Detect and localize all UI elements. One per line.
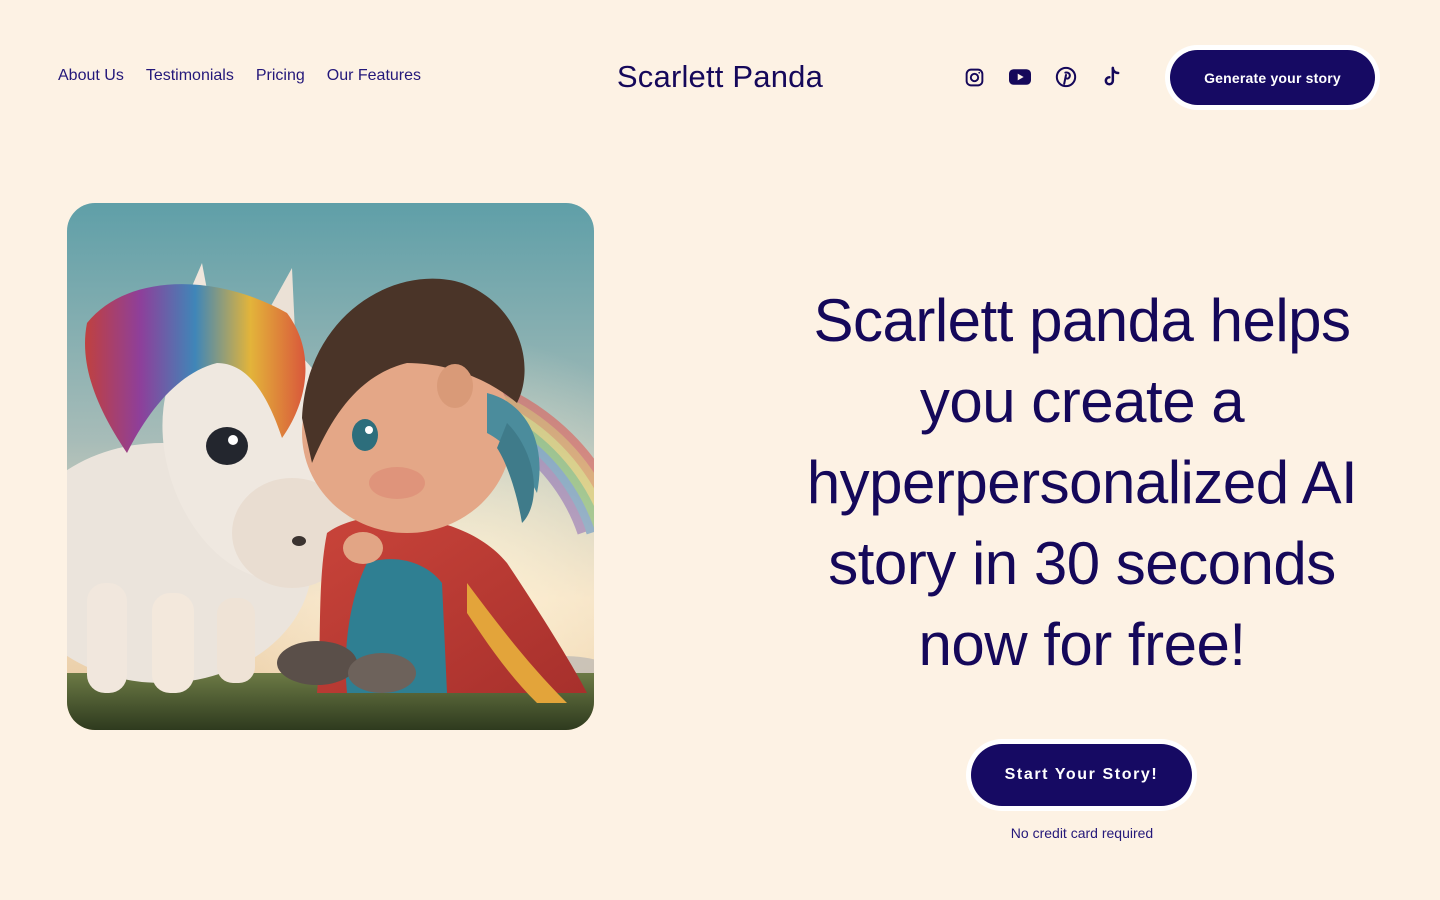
- main-nav: About Us Testimonials Pricing Our Featur…: [58, 66, 421, 86]
- nav-testimonials[interactable]: Testimonials: [146, 66, 234, 86]
- hero-illustration: [67, 203, 594, 730]
- hero-image: [67, 203, 594, 730]
- youtube-icon[interactable]: [1008, 64, 1032, 90]
- tiktok-icon[interactable]: [1100, 64, 1124, 90]
- nav-about-us[interactable]: About Us: [58, 66, 124, 86]
- generate-story-button[interactable]: Generate your story: [1170, 50, 1375, 105]
- nav-pricing[interactable]: Pricing: [256, 66, 305, 86]
- instagram-icon[interactable]: [962, 64, 986, 90]
- hero-headline: Scarlett panda helps you create a hyperp…: [806, 287, 1358, 678]
- start-story-button[interactable]: Start Your Story!: [971, 744, 1192, 806]
- nav-our-features[interactable]: Our Features: [327, 66, 421, 86]
- social-links: [962, 64, 1124, 90]
- landing-page: About Us Testimonials Pricing Our Featur…: [0, 0, 1440, 900]
- no-credit-card-note: No credit card required: [1010, 825, 1154, 841]
- pinterest-icon[interactable]: [1054, 64, 1078, 90]
- brand-logo[interactable]: Scarlett Panda: [617, 59, 823, 94]
